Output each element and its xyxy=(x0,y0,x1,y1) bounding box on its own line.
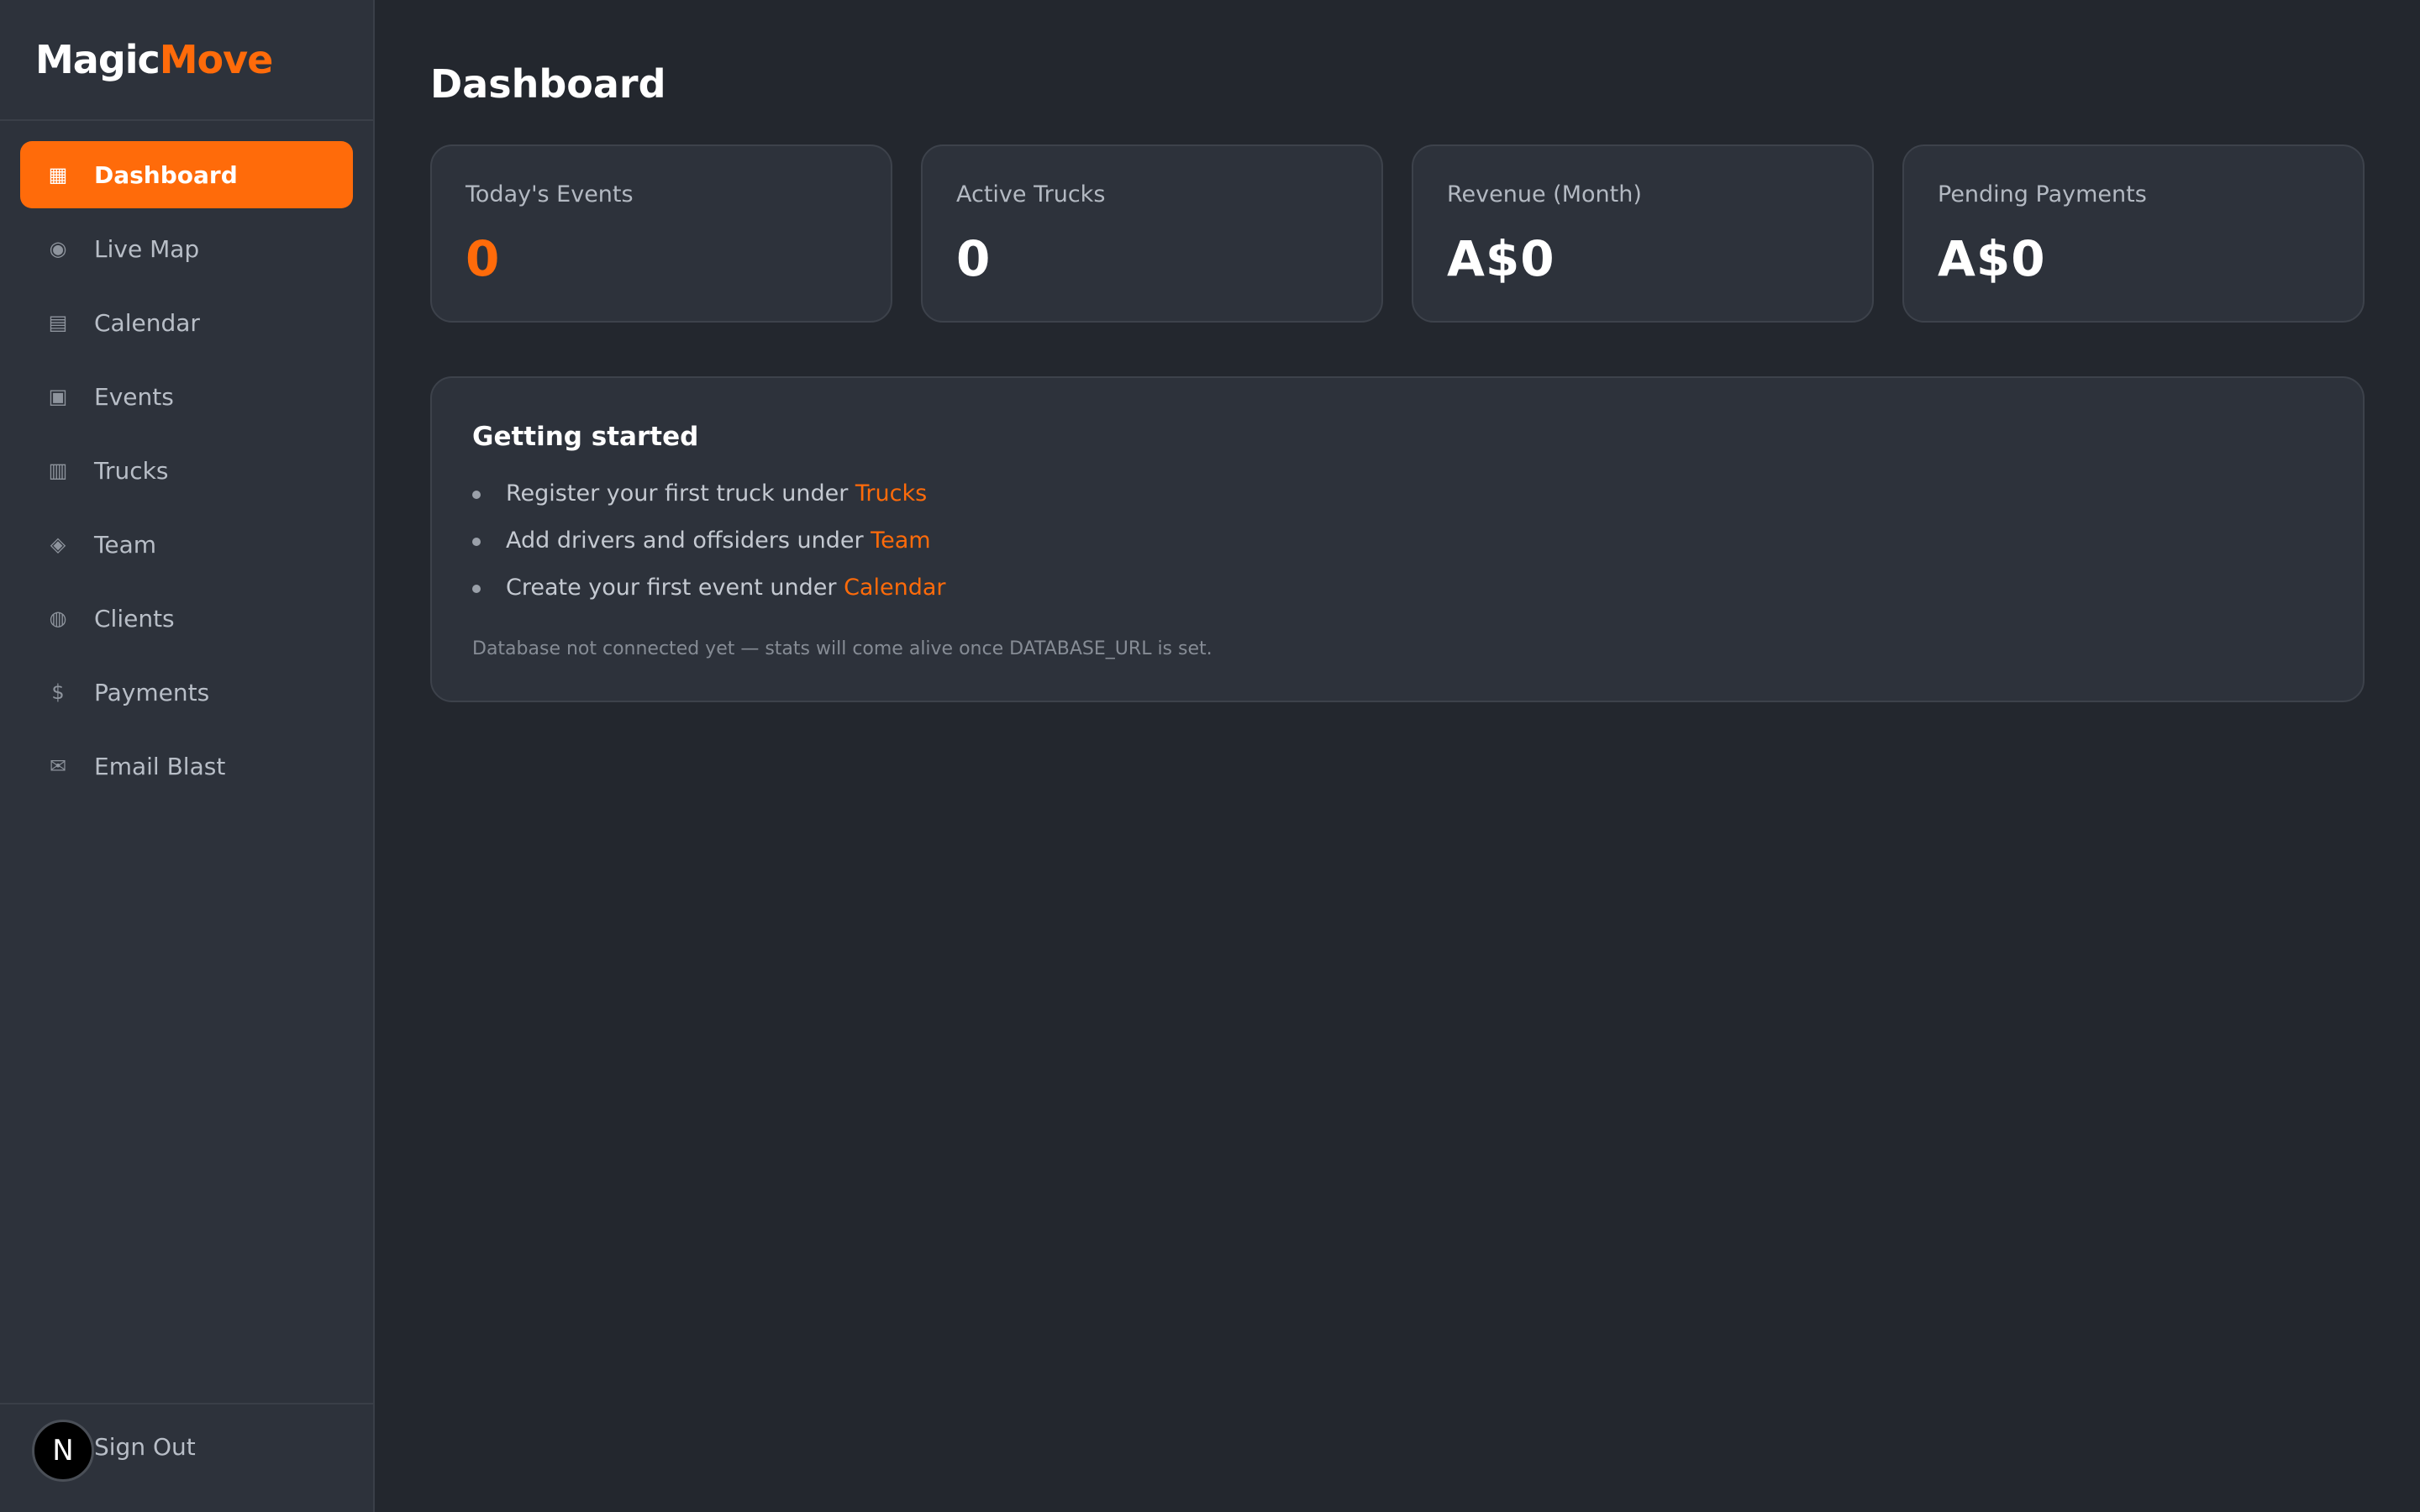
list-item-text: Register your first truck under xyxy=(506,480,855,507)
sidebar-footer: N Sign Out xyxy=(0,1403,373,1512)
clients-icon: ◍ xyxy=(49,606,67,630)
app-root: Magic Move ▦ Dashboard ◉ Live Map ▤ Calendar ▣ E… xyxy=(0,0,2420,1512)
sidebar: Magic Move ▦ Dashboard ◉ Live Map ▤ Calendar ▣ E… xyxy=(0,0,375,1512)
trucks-link[interactable]: Trucks xyxy=(855,480,927,507)
list-item: Create your first event under Calendar xyxy=(472,564,2323,612)
stat-value: A$0 xyxy=(1447,230,1555,287)
stat-label: Revenue (Month) xyxy=(1447,181,1642,207)
sidebar-item-label: Team xyxy=(94,530,157,559)
sidebar-item-payments[interactable]: $ Payments xyxy=(20,659,353,726)
getting-started-card: Getting started Register your first truc… xyxy=(430,376,2365,702)
sidebar-item-label: Dashboard xyxy=(94,160,238,189)
stat-label: Active Trucks xyxy=(956,181,1106,207)
brand-name-part1: Magic xyxy=(35,37,160,82)
map-pin-icon: ◉ xyxy=(49,237,67,260)
list-item-text: Add drivers and offsiders under xyxy=(506,528,871,554)
stat-value: 0 xyxy=(466,230,501,287)
sidebar-nav: ▦ Dashboard ◉ Live Map ▤ Calendar ▣ Events ▥ Truc… xyxy=(0,121,373,800)
stats-row: Today's Events 0 Active Trucks 0 Revenue… xyxy=(430,144,2366,323)
sidebar-item-label: Email Blast xyxy=(94,752,226,780)
main-content: Dashboard Today's Events 0 Active Trucks… xyxy=(375,0,2420,1512)
avatar[interactable]: N xyxy=(32,1420,94,1482)
stat-value: A$0 xyxy=(1938,230,2046,287)
stat-card-active-trucks: Active Trucks 0 xyxy=(921,144,1383,323)
sidebar-item-label: Trucks xyxy=(94,456,169,485)
dollar-icon: $ xyxy=(51,680,65,704)
list-item: Add drivers and offsiders under Team xyxy=(472,517,2323,564)
list-item: Register your first truck under Trucks xyxy=(472,470,2323,517)
stat-card-todays-events: Today's Events 0 xyxy=(430,144,892,323)
envelope-icon: ✉ xyxy=(49,754,67,778)
sidebar-item-dashboard[interactable]: ▦ Dashboard xyxy=(20,141,353,208)
stat-label: Today's Events xyxy=(466,181,634,207)
stat-card-revenue-month: Revenue (Month) A$0 xyxy=(1412,144,1874,323)
stat-label: Pending Payments xyxy=(1938,181,2147,207)
stat-value: 0 xyxy=(956,230,992,287)
list-item-text: Create your first event under xyxy=(506,575,844,601)
stat-card-pending-payments: Pending Payments A$0 xyxy=(1902,144,2365,323)
sidebar-item-label: Live Map xyxy=(94,234,200,263)
team-link[interactable]: Team xyxy=(871,528,930,554)
dashboard-icon: ▦ xyxy=(48,163,68,186)
getting-started-list: Register your first truck under Trucks A… xyxy=(472,470,2323,612)
sidebar-item-live-map[interactable]: ◉ Live Map xyxy=(20,215,353,282)
sidebar-item-email-blast[interactable]: ✉ Email Blast xyxy=(20,732,353,800)
database-status-note: Database not connected yet — stats will … xyxy=(472,638,1213,659)
sidebar-item-events[interactable]: ▣ Events xyxy=(20,363,353,430)
brand-logo[interactable]: Magic Move xyxy=(0,0,373,121)
team-icon: ◈ xyxy=(50,533,66,556)
calendar-icon: ▤ xyxy=(48,311,68,334)
sidebar-item-team[interactable]: ◈ Team xyxy=(20,511,353,578)
bullet-icon xyxy=(472,491,481,499)
sign-out-button[interactable]: Sign Out xyxy=(94,1433,196,1461)
sidebar-item-trucks[interactable]: ▥ Trucks xyxy=(20,437,353,504)
sidebar-item-label: Clients xyxy=(94,604,175,633)
calendar-link[interactable]: Calendar xyxy=(844,575,945,601)
bullet-icon xyxy=(472,585,481,593)
sidebar-item-label: Calendar xyxy=(94,308,200,337)
bullet-icon xyxy=(472,538,481,546)
sidebar-item-calendar[interactable]: ▤ Calendar xyxy=(20,289,353,356)
sidebar-item-label: Events xyxy=(94,382,174,411)
page-title: Dashboard xyxy=(430,61,666,107)
truck-icon: ▥ xyxy=(48,459,68,482)
sidebar-item-label: Payments xyxy=(94,678,210,706)
sidebar-item-clients[interactable]: ◍ Clients xyxy=(20,585,353,652)
brand-name-part2: Move xyxy=(159,37,274,82)
events-icon: ▣ xyxy=(48,385,68,408)
getting-started-title: Getting started xyxy=(472,422,699,452)
